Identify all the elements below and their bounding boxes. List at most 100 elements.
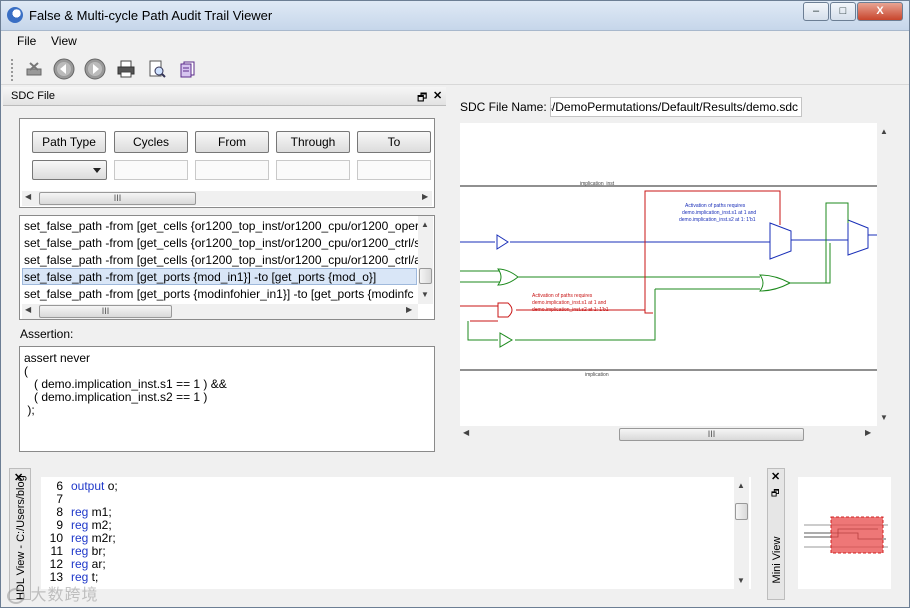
float-icon[interactable]: 🗗 — [417, 89, 427, 108]
code-line: reg ar; — [71, 557, 106, 571]
scroll-right-icon[interactable]: ▶ — [422, 192, 428, 201]
red-note-line: demo.implication_inst.s2 at 1: 1'b1 — [532, 307, 609, 313]
code-scroll-thumb[interactable] — [735, 503, 748, 520]
code-keyword: reg — [71, 505, 89, 519]
sdc-file-name-label: SDC File Name: — [460, 100, 547, 114]
filter-scroll-thumb[interactable]: III — [39, 192, 196, 205]
title-bar: False & Multi-cycle Path Audit Trail Vie… — [1, 1, 909, 31]
watermark-text: 大数跨境 — [30, 587, 99, 604]
constraint-hscrollbar[interactable]: ◀ III ▶ — [22, 304, 418, 319]
line-number: 10 — [49, 531, 63, 545]
code-keyword: reg — [71, 518, 89, 532]
column-path-type[interactable]: Path Type — [32, 131, 106, 153]
constraint-scroll-thumb[interactable] — [419, 268, 432, 284]
scroll-up-icon[interactable]: ▲ — [421, 220, 429, 229]
column-cycles[interactable]: Cycles — [114, 131, 188, 153]
column-to[interactable]: To — [357, 131, 431, 153]
scroll-down-icon[interactable]: ▼ — [880, 413, 888, 422]
schematic-scroll-thumb[interactable]: III — [619, 428, 804, 441]
sdc-panel-header: SDC File 🗗 ✕ — [3, 87, 446, 106]
assertion-line: ); — [24, 403, 35, 417]
red-note-line: Activation of paths requires — [532, 293, 593, 299]
watermark: 大数跨境 — [7, 581, 98, 605]
cycles-filter-input[interactable] — [114, 160, 188, 180]
scroll-down-icon[interactable]: ▼ — [737, 576, 745, 585]
close-button[interactable]: X — [857, 2, 903, 21]
assertion-line: assert never — [24, 351, 91, 365]
constraint-row[interactable]: set_false_path -from [get_ports {modinfo… — [24, 286, 414, 303]
back-icon[interactable] — [53, 58, 75, 80]
sdc-file-name-value: cuits/DemoPermutations/Default/Results/d… — [550, 100, 798, 114]
constraint-row-selected[interactable]: set_false_path -from [get_ports {mod_in1… — [22, 268, 417, 285]
constraint-hscroll-thumb[interactable]: III — [39, 305, 172, 318]
constraint-row[interactable]: set_false_path -from [get_cells {or1200_… — [24, 218, 430, 235]
constraint-row[interactable]: set_false_path -from [get_cells {or1200_… — [24, 252, 427, 269]
schematic-bottom-label: implication — [585, 372, 609, 378]
mini-view-tab[interactable]: ✕ 🗗 Mini View — [767, 468, 785, 600]
scroll-right-icon[interactable]: ▶ — [865, 428, 871, 437]
mini-map-svg — [804, 516, 888, 554]
scroll-up-icon[interactable]: ▲ — [880, 127, 888, 136]
schematic-hscrollbar[interactable]: ◀ III ▶ — [460, 427, 877, 442]
watermark-icon — [7, 587, 25, 604]
blue-note-line: Activation of paths requires — [685, 203, 746, 209]
cut-icon[interactable] — [23, 58, 45, 80]
filter-hscrollbar[interactable]: ◀ III ▶ — [22, 191, 432, 206]
line-number: 7 — [56, 492, 63, 506]
main-window: False & Multi-cycle Path Audit Trail Vie… — [0, 0, 910, 608]
code-text: br; — [88, 544, 106, 558]
scroll-down-icon[interactable]: ▼ — [421, 290, 429, 299]
code-text: o; — [104, 479, 118, 493]
mini-float-icon[interactable]: 🗗 — [771, 486, 779, 502]
restore-button[interactable]: □ — [830, 2, 856, 21]
blue-note-line: demo.implication_inst.s1 at 1 and — [682, 210, 756, 216]
line-number: 6 — [56, 479, 63, 493]
menu-file[interactable]: File — [17, 34, 36, 48]
schematic-vscrollbar[interactable]: ▲ ▼ — [877, 123, 892, 426]
print-preview-icon[interactable] — [146, 58, 168, 80]
code-text: ar; — [88, 557, 106, 571]
mini-view-viewport[interactable] — [830, 516, 884, 554]
mini-view-canvas[interactable] — [798, 477, 891, 589]
constraint-row[interactable]: set_false_path -from [get_cells {or1200_… — [24, 235, 427, 252]
export-icon[interactable] — [177, 58, 199, 80]
to-filter-input[interactable] — [357, 160, 431, 180]
panel-close-icon[interactable]: ✕ — [433, 89, 442, 102]
column-from[interactable]: From — [195, 131, 269, 153]
menu-bar: File View — [1, 32, 909, 52]
assertion-line: ( demo.implication_inst.s2 == 1 ) — [24, 390, 208, 404]
line-number: 8 — [56, 505, 63, 519]
app-icon — [7, 7, 23, 23]
code-line: reg m2; — [71, 518, 112, 532]
schematic-top-label: implication_inst — [580, 181, 615, 187]
code-keyword: reg — [71, 531, 89, 545]
code-vscrollbar[interactable]: ▲ ▼ — [734, 477, 749, 589]
toolbar — [1, 53, 909, 85]
schematic-canvas[interactable]: implication_inst implication Activation … — [460, 123, 877, 426]
toolbar-grip — [11, 59, 14, 81]
column-through[interactable]: Through — [276, 131, 350, 153]
sdc-file-name-field[interactable]: cuits/DemoPermutations/Default/Results/d… — [550, 97, 802, 117]
scroll-up-icon[interactable]: ▲ — [737, 481, 745, 490]
from-filter-input[interactable] — [195, 160, 269, 180]
scroll-left-icon[interactable]: ◀ — [25, 192, 31, 201]
scroll-right-icon[interactable]: ▶ — [406, 305, 412, 314]
through-filter-input[interactable] — [276, 160, 350, 180]
hdl-code-view[interactable]: 6 output o; 7 8 reg m1; 9 reg m2; 10 reg m2r; 11 r… — [41, 477, 751, 589]
minimize-button[interactable]: – — [803, 2, 829, 21]
filter-grid: Path Type Cycles From Through To ◀ III ▶ — [19, 118, 435, 208]
scroll-left-icon[interactable]: ◀ — [463, 428, 469, 437]
menu-view[interactable]: View — [51, 34, 77, 48]
forward-icon[interactable] — [84, 58, 106, 80]
constraint-vscrollbar[interactable]: ▲ ▼ — [418, 216, 433, 304]
code-keyword: reg — [71, 544, 89, 558]
scroll-left-icon[interactable]: ◀ — [25, 305, 31, 314]
line-number: 9 — [56, 518, 63, 532]
code-line: reg m2r; — [71, 531, 116, 545]
print-icon[interactable] — [115, 58, 137, 80]
code-line: reg m1; — [71, 505, 112, 519]
chevron-down-icon — [93, 168, 101, 173]
blue-note-line: demo.implication_inst.s2 at 1: 1'b1 — [679, 217, 756, 223]
path-type-dropdown[interactable] — [32, 160, 107, 180]
mini-close-icon[interactable]: ✕ — [771, 470, 780, 483]
